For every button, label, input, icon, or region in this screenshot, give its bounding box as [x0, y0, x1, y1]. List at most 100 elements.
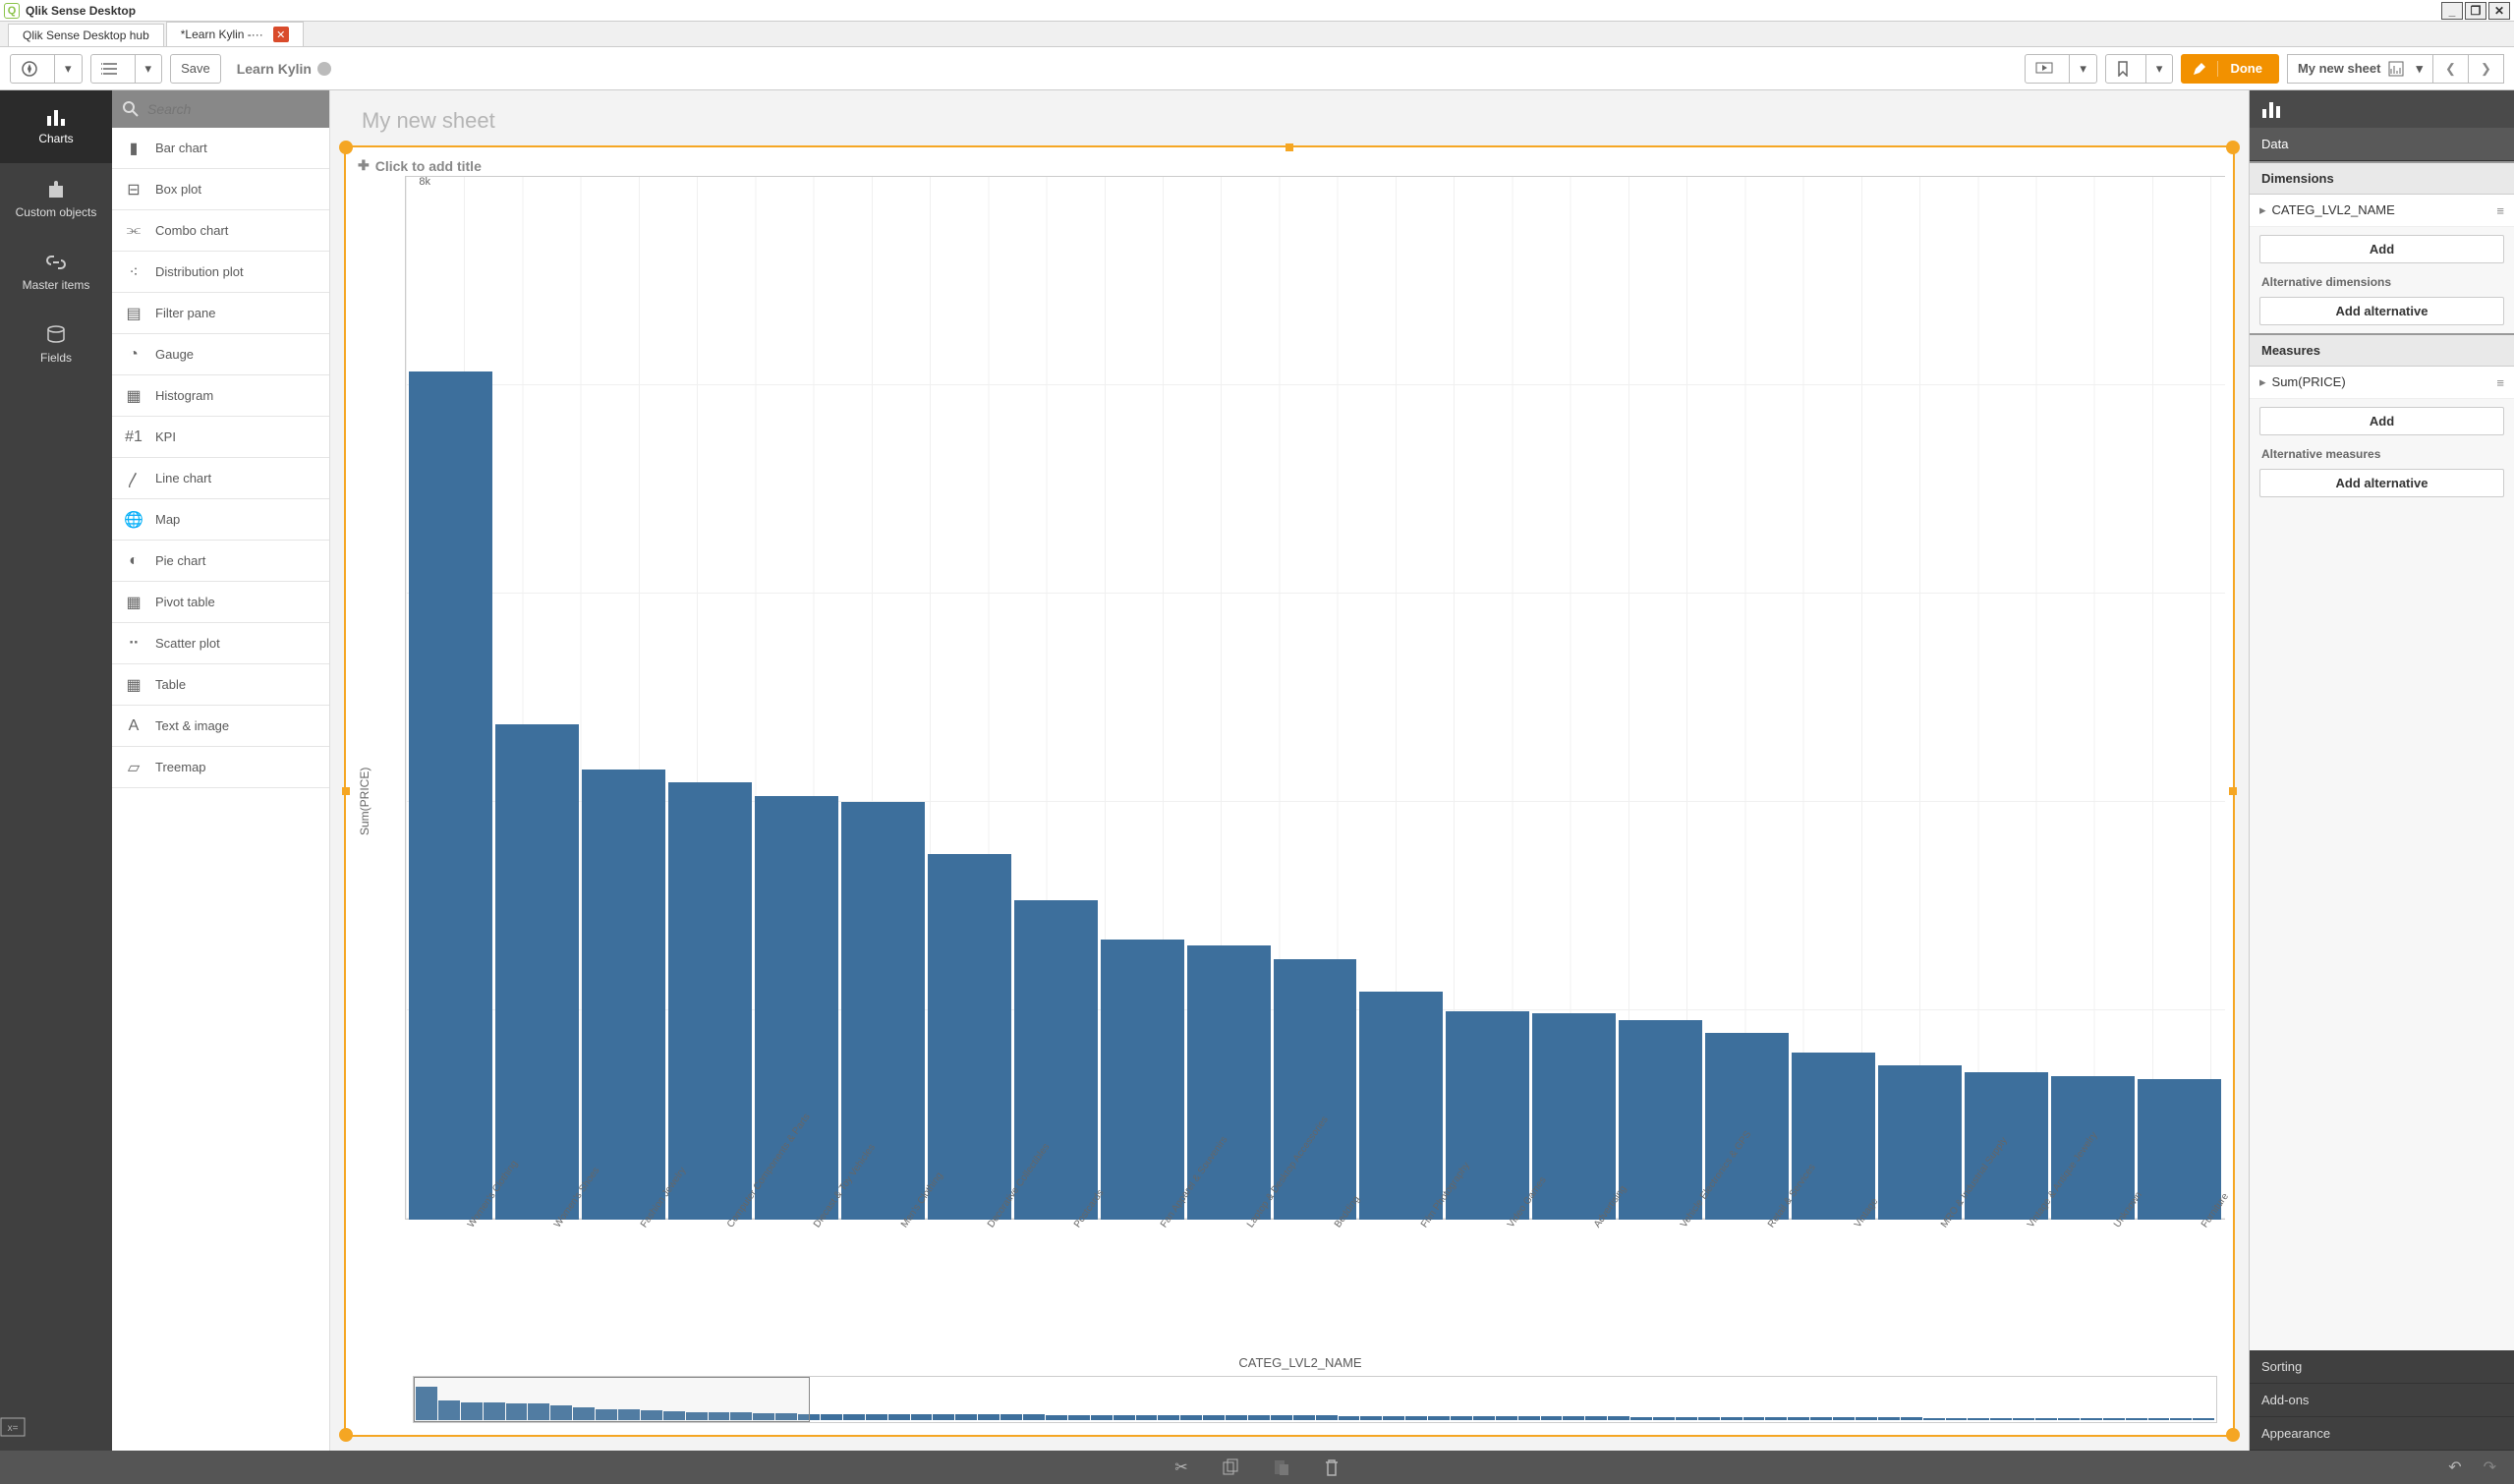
- bookmark-button[interactable]: ▾: [2105, 54, 2174, 84]
- prop-tab-appearance[interactable]: Appearance: [2250, 1417, 2514, 1451]
- add-alt-measure-button[interactable]: Add alternative: [2259, 469, 2504, 497]
- prev-sheet-button[interactable]: ❮: [2433, 54, 2469, 84]
- chart-type-label: Box plot: [155, 182, 201, 197]
- maximize-button[interactable]: ❐: [2465, 2, 2486, 20]
- chart-type-item[interactable]: ▦Table: [112, 664, 329, 706]
- resize-handle[interactable]: [339, 1428, 353, 1442]
- nav-menu-button[interactable]: ▾: [10, 54, 83, 84]
- cut-button[interactable]: ✂: [1174, 1457, 1187, 1477]
- chart-type-label: Filter pane: [155, 306, 215, 320]
- chart-plot-area[interactable]: 8k6k4k2k0: [405, 176, 2225, 1220]
- resize-handle[interactable]: [2229, 787, 2237, 795]
- story-play-button[interactable]: ▾: [2025, 54, 2097, 84]
- chart-type-label: Text & image: [155, 718, 229, 733]
- svg-text:x=: x=: [8, 1423, 19, 1434]
- close-tab-icon[interactable]: ✕: [273, 27, 289, 42]
- resize-handle[interactable]: [2226, 1428, 2240, 1442]
- plus-icon: ✚: [358, 157, 370, 174]
- chart-type-item[interactable]: ◔Gauge: [112, 334, 329, 375]
- measures-section[interactable]: Measures: [2250, 333, 2514, 367]
- list-menu-button[interactable]: ▾: [90, 54, 163, 84]
- chart-type-item[interactable]: ⊟ Box plot: [112, 169, 329, 210]
- chart-type-item[interactable]: 🌐 Map: [112, 499, 329, 541]
- chart-type-item[interactable]: 〳Line chart: [112, 458, 329, 499]
- chart-type-item[interactable]: ▤Filter pane: [112, 293, 329, 334]
- rail-custom-objects[interactable]: Custom objects: [0, 163, 112, 236]
- chart-type-item[interactable]: ▦Histogram: [112, 375, 329, 417]
- edit-bottom-toolbar: ✂ ↶ ↷: [0, 1451, 2514, 1484]
- sheet-canvas[interactable]: My new sheet ✚ Click to add title Sum(PR…: [330, 90, 2249, 1451]
- variables-button[interactable]: x=: [0, 1403, 112, 1451]
- chart-type-icon: ▦: [124, 386, 143, 406]
- bar[interactable]: [1101, 940, 1184, 1220]
- chart-title-placeholder[interactable]: ✚ Click to add title: [354, 155, 2225, 176]
- chart-type-icon: ⠒: [124, 634, 143, 654]
- chart-type-icon: 🌐: [124, 510, 143, 530]
- rail-master-items[interactable]: Master items: [0, 236, 112, 309]
- rail-fields[interactable]: Fields: [0, 309, 112, 381]
- resize-handle[interactable]: [342, 787, 350, 795]
- chart-type-icon: ⊟: [124, 180, 143, 200]
- paste-button[interactable]: [1273, 1458, 1290, 1476]
- minimize-button[interactable]: _: [2441, 2, 2463, 20]
- next-sheet-button[interactable]: ❯: [2469, 54, 2504, 84]
- sheet-icon: [2388, 61, 2408, 77]
- chart-type-item[interactable]: ◐Pie chart: [112, 541, 329, 582]
- x-axis-labels: Women's ClothingWomen's ShoesFashion Jew…: [405, 1224, 2225, 1351]
- bar[interactable]: [495, 724, 579, 1220]
- chart-type-label: Map: [155, 512, 180, 527]
- chart-type-item[interactable]: ▱Treemap: [112, 747, 329, 788]
- prop-tab-addons[interactable]: Add-ons: [2250, 1384, 2514, 1417]
- menu-icon[interactable]: ≡: [2496, 203, 2504, 218]
- measure-item[interactable]: ▸Sum(PRICE) ≡: [2250, 367, 2514, 399]
- add-measure-button[interactable]: Add: [2259, 407, 2504, 435]
- sheet-navigator: My new sheet ▾ ❮ ❯: [2287, 54, 2504, 84]
- chart-type-item[interactable]: ⠒Scatter plot: [112, 623, 329, 664]
- resize-handle[interactable]: [339, 141, 353, 154]
- copy-button[interactable]: [1222, 1458, 1239, 1476]
- chart-type-icon: ⁖: [124, 262, 143, 282]
- bar[interactable]: [668, 782, 752, 1220]
- close-window-button[interactable]: ✕: [2488, 2, 2510, 20]
- chart-type-item[interactable]: #1KPI: [112, 417, 329, 458]
- tab-label: Qlik Sense Desktop hub: [23, 29, 149, 42]
- tab-hub[interactable]: Qlik Sense Desktop hub: [8, 24, 164, 46]
- menu-icon[interactable]: ≡: [2496, 375, 2504, 390]
- resize-handle[interactable]: [2226, 141, 2240, 154]
- redo-button[interactable]: ↷: [2484, 1457, 2496, 1477]
- chart-type-label: Combo chart: [155, 223, 228, 238]
- prop-tab-sorting[interactable]: Sorting: [2250, 1350, 2514, 1384]
- chart-type-label: Gauge: [155, 347, 194, 362]
- chart-type-item[interactable]: AText & image: [112, 706, 329, 747]
- tab-app[interactable]: *Learn Kylin -··· ✕: [166, 22, 304, 46]
- window-title: Qlik Sense Desktop: [26, 4, 136, 18]
- chart-type-item[interactable]: ⫘Combo chart: [112, 210, 329, 252]
- minimap-selection[interactable]: [414, 1377, 810, 1422]
- sheet-title[interactable]: My new sheet: [362, 108, 2235, 134]
- bar[interactable]: [409, 371, 492, 1220]
- resize-handle[interactable]: [1286, 143, 1293, 151]
- prop-tab-data[interactable]: Data: [2250, 128, 2514, 161]
- search-input[interactable]: [147, 101, 326, 117]
- add-alt-dimension-button[interactable]: Add alternative: [2259, 297, 2504, 325]
- add-dimension-button[interactable]: Add: [2259, 235, 2504, 263]
- bar[interactable]: [1619, 1020, 1702, 1220]
- dimensions-section[interactable]: Dimensions: [2250, 161, 2514, 195]
- chart-type-item[interactable]: ⁖Distribution plot: [112, 252, 329, 293]
- save-button[interactable]: Save: [170, 54, 221, 84]
- sheet-selector[interactable]: My new sheet ▾: [2287, 54, 2433, 84]
- rail-label: Custom objects: [16, 205, 97, 219]
- done-button[interactable]: Done: [2181, 54, 2279, 84]
- delete-button[interactable]: [1324, 1458, 1340, 1476]
- chart-minimap[interactable]: [413, 1376, 2217, 1423]
- bar[interactable]: [928, 854, 1011, 1220]
- barchart-object[interactable]: ✚ Click to add title Sum(PRICE) 8k6k4k2k…: [344, 145, 2235, 1437]
- dimension-item[interactable]: ▸CATEG_LVL2_NAME ≡: [2250, 195, 2514, 227]
- undo-button[interactable]: ↶: [2448, 1457, 2461, 1477]
- bar[interactable]: [582, 770, 665, 1220]
- bar[interactable]: [1878, 1065, 1962, 1220]
- chart-type-item[interactable]: ▮Bar chart: [112, 128, 329, 169]
- asset-search[interactable]: [112, 90, 329, 128]
- rail-charts[interactable]: Charts: [0, 90, 112, 163]
- chart-type-item[interactable]: ▦Pivot table: [112, 582, 329, 623]
